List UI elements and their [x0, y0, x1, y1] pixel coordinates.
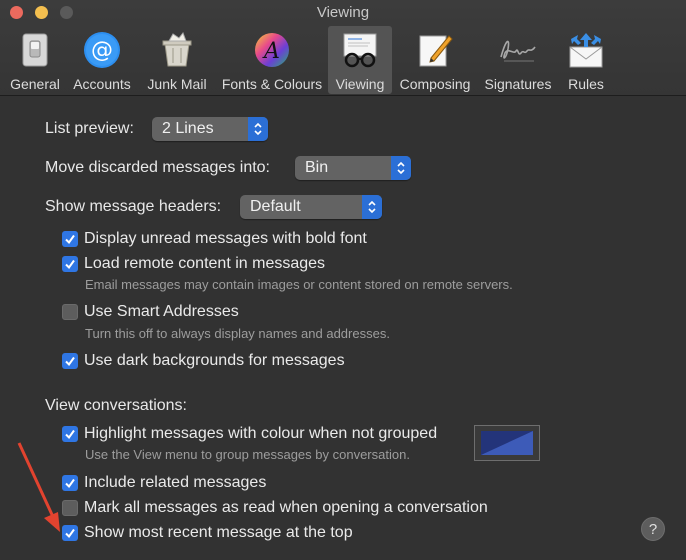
at-sign-icon: @ [82, 30, 122, 70]
pencil-note-icon [415, 30, 455, 70]
svg-text:@: @ [91, 38, 113, 63]
highlight-color-swatch [481, 431, 533, 455]
dark-backgrounds-checkbox[interactable] [62, 353, 78, 369]
tab-label: Signatures [484, 76, 552, 92]
include-related-label: Include related messages [84, 474, 267, 491]
preferences-tabs: General @ Accounts Junk Mail A Fonts & C… [4, 26, 614, 96]
load-remote-content-hint: Email messages may contain images or con… [85, 277, 513, 292]
mark-all-read-checkbox[interactable] [62, 500, 78, 516]
highlight-messages-checkbox[interactable] [62, 426, 78, 442]
tab-label: Fonts & Colours [221, 76, 323, 92]
tab-viewing[interactable]: Viewing [328, 26, 392, 94]
most-recent-top-label: Show most recent message at the top [84, 524, 353, 541]
list-preview-value: 2 Lines [162, 120, 214, 137]
smart-addresses-checkbox[interactable] [62, 304, 78, 320]
tab-label: Rules [568, 76, 604, 92]
tab-label: Accounts [73, 76, 131, 92]
show-headers-popup[interactable]: Default [240, 195, 382, 219]
chevron-up-down-icon [362, 195, 382, 219]
most-recent-top-checkbox[interactable] [62, 525, 78, 541]
tab-label: Composing [399, 76, 471, 92]
show-headers-value: Default [250, 198, 301, 215]
dark-backgrounds-label: Use dark backgrounds for messages [84, 352, 345, 369]
tab-composing[interactable]: Composing [392, 26, 478, 94]
tab-junk-mail[interactable]: Junk Mail [138, 26, 216, 94]
move-discarded-value: Bin [305, 159, 329, 176]
window-title: Viewing [316, 4, 370, 21]
smart-addresses-hint: Turn this off to always display names an… [85, 326, 390, 341]
list-preview-popup[interactable]: 2 Lines [152, 117, 268, 141]
move-discarded-label: Move discarded messages into: [45, 159, 270, 176]
signature-icon [498, 30, 538, 70]
load-remote-content-checkbox[interactable] [62, 256, 78, 272]
show-headers-label: Show message headers: [45, 198, 222, 215]
bold-unread-checkbox[interactable] [62, 231, 78, 247]
tab-rules[interactable]: Rules [558, 26, 614, 94]
junk-bin-icon [157, 30, 197, 70]
tab-label: Viewing [335, 76, 385, 92]
tab-label: General [10, 76, 60, 92]
chevron-up-down-icon [391, 156, 411, 180]
mark-all-read-label: Mark all messages as read when opening a… [84, 499, 488, 516]
list-preview-label: List preview: [45, 120, 134, 137]
help-button[interactable]: ? [641, 517, 665, 541]
tab-general[interactable]: General [4, 26, 66, 94]
highlight-color-well[interactable] [474, 425, 540, 461]
highlight-messages-label: Highlight messages with colour when not … [84, 425, 438, 442]
chevron-up-down-icon [248, 117, 268, 141]
view-conversations-heading: View conversations: [45, 397, 187, 414]
window-toolbar: Viewing General @ Accounts Junk Mail A F… [0, 0, 686, 96]
general-switch-icon [15, 30, 55, 70]
rules-envelope-icon [566, 30, 606, 70]
glasses-icon [340, 30, 380, 70]
load-remote-content-label: Load remote content in messages [84, 255, 326, 272]
tab-signatures[interactable]: Signatures [478, 26, 558, 94]
tab-fonts-colours[interactable]: A Fonts & Colours [216, 26, 328, 94]
bold-unread-label: Display unread messages with bold font [84, 230, 367, 247]
color-wheel-icon: A [252, 30, 292, 70]
tab-label: Junk Mail [147, 76, 207, 92]
move-discarded-popup[interactable]: Bin [295, 156, 411, 180]
smart-addresses-label: Use Smart Addresses [84, 303, 239, 320]
highlight-messages-hint: Use the View menu to group messages by c… [85, 447, 410, 462]
svg-text:A: A [262, 39, 280, 64]
tab-accounts[interactable]: @ Accounts [66, 26, 138, 94]
include-related-checkbox[interactable] [62, 475, 78, 491]
